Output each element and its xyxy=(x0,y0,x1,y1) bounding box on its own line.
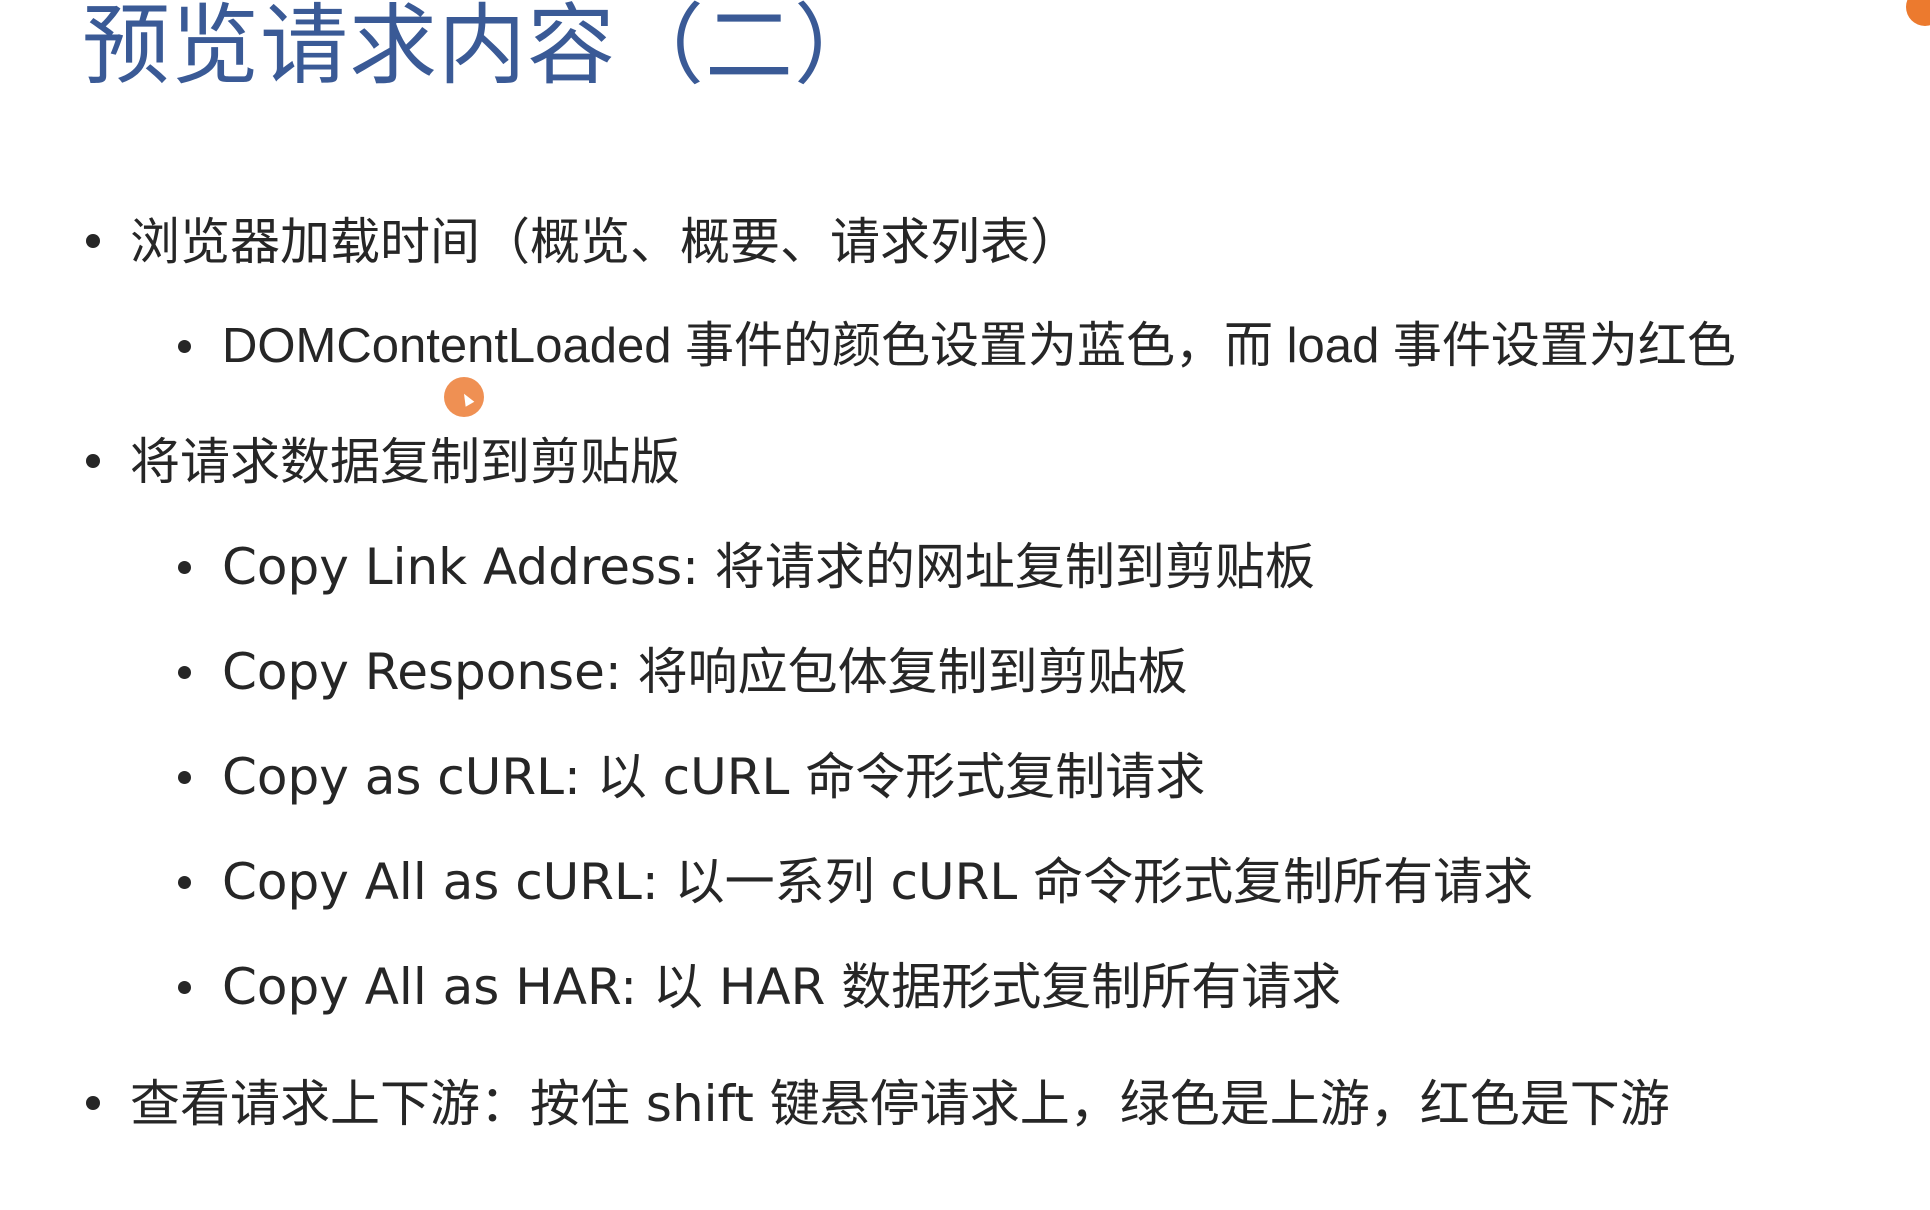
bullet-list: 浏览器加载时间（概览、概要、请求列表） DOMContentLoaded 事件的… xyxy=(0,0,1930,1210)
bullet-text: 查看请求上下游：按住 shift 键悬停请求上，绿色是上游，红色是下游 xyxy=(130,1075,1670,1133)
sub-bullet-item: Copy All as HAR: 以 HAR 数据形式复制所有请求 xyxy=(178,957,1341,1017)
bullet-icon xyxy=(86,454,100,468)
bullet-icon xyxy=(86,234,100,248)
bullet-text: 浏览器加载时间（概览、概要、请求列表） xyxy=(130,213,1080,271)
sub-bullet-item: Copy Link Address: 将请求的网址复制到剪贴板 xyxy=(178,537,1315,597)
bullet-text: Copy Link Address: 将请求的网址复制到剪贴板 xyxy=(222,538,1315,596)
bullet-text: Copy All as cURL: 以一系列 cURL 命令形式复制所有请求 xyxy=(222,853,1534,911)
bullet-item: 查看请求上下游：按住 shift 键悬停请求上，绿色是上游，红色是下游 xyxy=(86,1074,1670,1134)
bullet-text: Copy All as HAR: 以 HAR 数据形式复制所有请求 xyxy=(222,958,1342,1016)
bullet-icon xyxy=(86,1096,100,1110)
bullet-icon xyxy=(178,561,191,574)
sub-bullet-item: Copy All as cURL: 以一系列 cURL 命令形式复制所有请求 xyxy=(178,852,1533,912)
bullet-item: 将请求数据复制到剪贴版 xyxy=(86,432,680,492)
bullet-icon xyxy=(178,981,191,994)
sub-bullet-item: Copy as cURL: 以 cURL 命令形式复制请求 xyxy=(178,747,1205,807)
bullet-icon xyxy=(178,666,191,679)
bullet-icon xyxy=(178,876,191,889)
bullet-item: 浏览器加载时间（概览、概要、请求列表） xyxy=(86,212,1080,272)
bullet-icon xyxy=(178,771,191,784)
bullet-text: DOMContentLoaded 事件的颜色设置为蓝色，而 load 事件设置为… xyxy=(222,319,1736,373)
bullet-text: Copy Response: 将响应包体复制到剪贴板 xyxy=(222,643,1188,701)
sub-bullet-item: DOMContentLoaded 事件的颜色设置为蓝色，而 load 事件设置为… xyxy=(178,316,1736,376)
sub-bullet-item: Copy Response: 将响应包体复制到剪贴板 xyxy=(178,642,1188,702)
bullet-icon xyxy=(178,340,191,353)
bullet-text: Copy as cURL: 以 cURL 命令形式复制请求 xyxy=(222,748,1206,806)
bullet-text: 将请求数据复制到剪贴版 xyxy=(130,433,680,491)
